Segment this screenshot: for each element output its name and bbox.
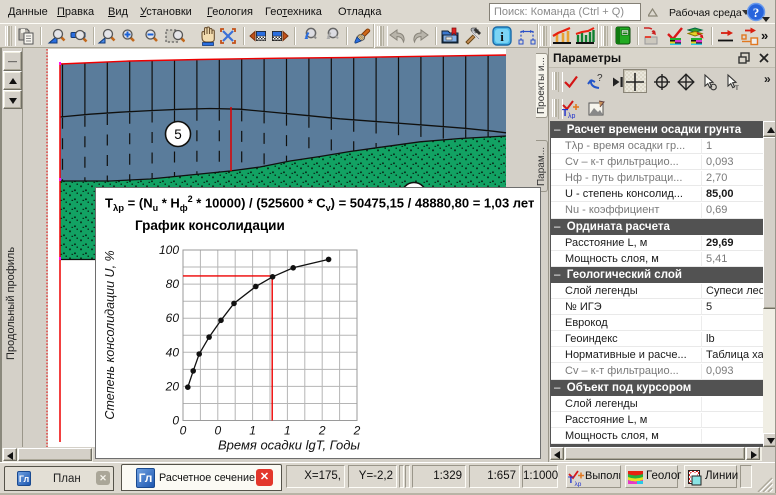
svg-text:5: 5	[174, 127, 182, 142]
svg-text:T: T	[568, 475, 574, 486]
svg-text:0: 0	[172, 414, 179, 428]
svg-text:?: ?	[597, 73, 603, 84]
svg-text:100: 100	[159, 243, 179, 257]
svg-text:λр: λр	[568, 113, 576, 119]
svg-text:0: 0	[180, 424, 187, 438]
svg-text:i: i	[500, 29, 504, 44]
svg-text:0: 0	[214, 424, 221, 438]
svg-text:1: 1	[249, 424, 256, 438]
svg-text:Время осадки lgT, Годы: Время осадки lgT, Годы	[218, 438, 360, 453]
svg-text:т: т	[735, 82, 739, 92]
svg-text:?: ?	[753, 5, 760, 20]
svg-text:80: 80	[166, 277, 180, 291]
svg-text:1: 1	[284, 424, 291, 438]
svg-text:60: 60	[166, 311, 180, 325]
svg-text:20: 20	[165, 379, 180, 393]
svg-text:Степень консолидации U, %: Степень консолидации U, %	[103, 250, 117, 419]
svg-text:40: 40	[166, 345, 180, 359]
svg-text:2: 2	[318, 424, 326, 438]
svg-text:2: 2	[353, 424, 361, 438]
svg-text:λр: λр	[575, 481, 582, 487]
